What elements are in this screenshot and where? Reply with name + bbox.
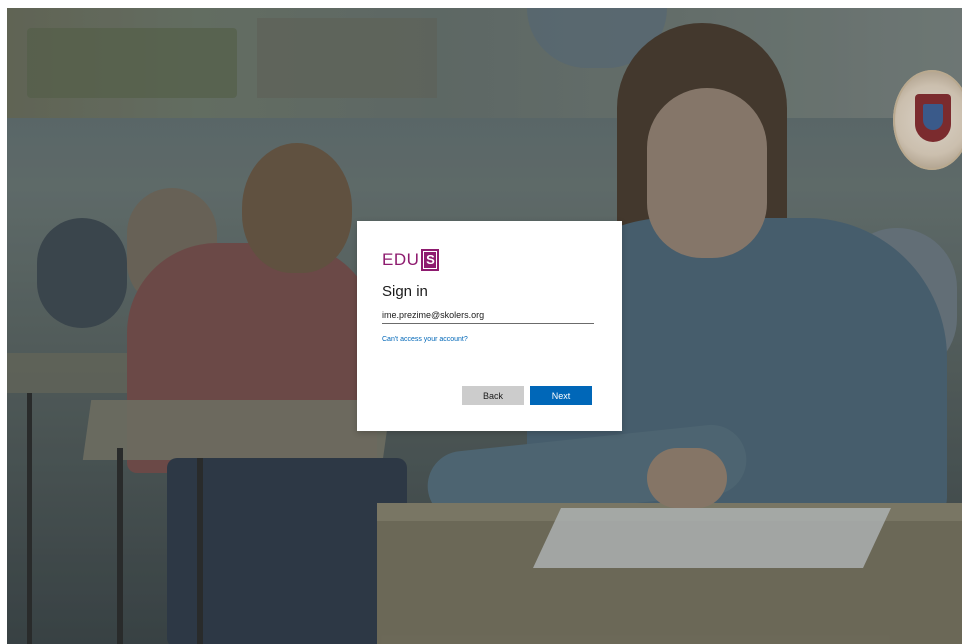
logo-badge-letter: S [424, 252, 437, 268]
signin-dialog: EDU S Sign in Can't access your account?… [357, 221, 622, 431]
logo-text: EDU [382, 250, 420, 269]
next-button[interactable]: Next [530, 386, 592, 405]
coat-of-arms-shield [915, 94, 951, 142]
edu-logo: EDU S [382, 248, 597, 272]
back-button[interactable]: Back [462, 386, 524, 405]
coat-of-arms-icon [893, 70, 962, 170]
signin-title: Sign in [382, 283, 428, 300]
email-field[interactable] [382, 308, 594, 324]
logo-badge: S [421, 249, 440, 271]
dialog-buttons: Back Next [462, 386, 592, 405]
cant-access-account-link[interactable]: Can't access your account? [382, 336, 597, 343]
